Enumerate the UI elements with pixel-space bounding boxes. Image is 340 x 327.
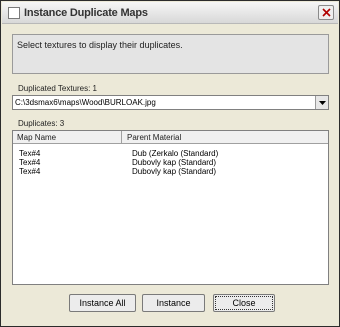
parent-material-cell: Dubovly kap (Standard) — [132, 158, 217, 167]
list-item[interactable]: Tex#4 Dubovly kap (Standard) — [13, 158, 328, 167]
title-bar[interactable]: Instance Duplicate Maps — [2, 2, 338, 24]
chevron-down-icon — [318, 100, 326, 105]
duplicates-label: Duplicates: 3 — [18, 119, 65, 128]
close-button[interactable]: Close — [213, 294, 275, 312]
close-window-button[interactable] — [318, 5, 334, 20]
info-panel: Select textures to display their duplica… — [12, 34, 329, 74]
map-name-cell: Tex#4 — [19, 149, 41, 158]
instance-duplicate-maps-dialog: Instance Duplicate Maps Select textures … — [0, 0, 340, 327]
close-icon — [321, 8, 331, 17]
info-text: Select textures to display their duplica… — [17, 40, 183, 50]
duplicated-textures-dropdown[interactable]: C:\3dsmax6\maps\Wood\BURLOAK.jpg — [12, 95, 329, 110]
map-name-cell: Tex#4 — [19, 158, 41, 167]
parent-material-cell: Dub (Zerkalo (Standard) — [132, 149, 219, 158]
list-item[interactable]: Tex#4 Dubovly kap (Standard) — [13, 167, 328, 176]
column-header-parent-material[interactable]: Parent Material — [122, 131, 328, 144]
column-header-map-name[interactable]: Map Name — [13, 131, 122, 144]
window-icon — [8, 7, 20, 19]
map-name-cell: Tex#4 — [19, 167, 41, 176]
list-header: Map Name Parent Material — [13, 131, 328, 144]
duplicates-list[interactable]: Map Name Parent Material Tex#4 Dub (Zerk… — [12, 130, 329, 285]
instance-button[interactable]: Instance — [142, 294, 205, 312]
dropdown-button[interactable] — [315, 96, 328, 109]
instance-all-button[interactable]: Instance All — [69, 294, 136, 312]
list-item[interactable]: Tex#4 Dub (Zerkalo (Standard) — [13, 149, 328, 158]
selected-texture-path: C:\3dsmax6\maps\Wood\BURLOAK.jpg — [15, 98, 156, 107]
window-title: Instance Duplicate Maps — [24, 7, 148, 19]
parent-material-cell: Dubovly kap (Standard) — [132, 167, 217, 176]
duplicated-textures-label: Duplicated Textures: 1 — [18, 84, 98, 93]
